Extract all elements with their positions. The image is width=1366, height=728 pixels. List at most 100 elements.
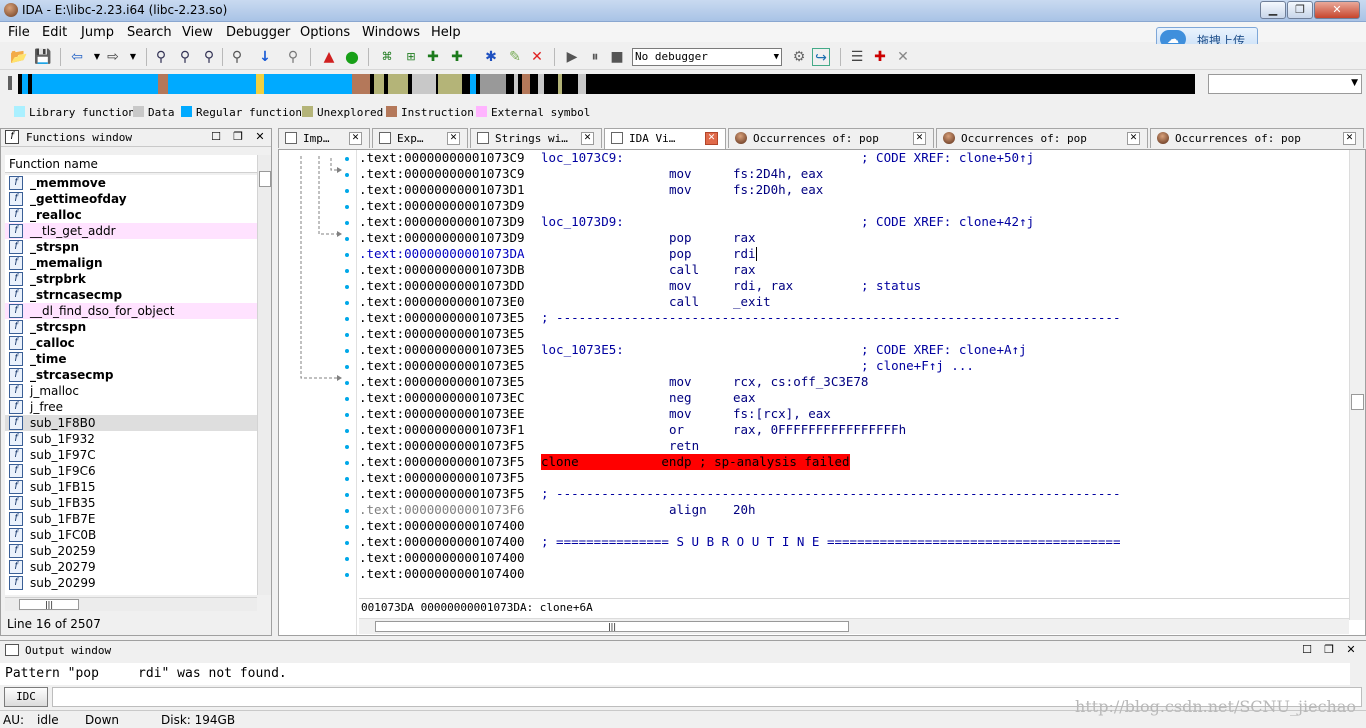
menu-options[interactable]: Options [300,25,350,40]
delete-icon[interactable]: ✕ [528,48,546,66]
function-list-item[interactable]: f _strpbrk [5,271,257,287]
add-function-icon[interactable]: ✱ [482,48,500,66]
menu-file[interactable]: File [8,25,30,40]
breakpoints-icon[interactable]: ☰ [848,48,866,66]
function-list-item[interactable]: f _strncasecmp [5,287,257,303]
search-immediate-icon[interactable]: ⚲ [284,48,302,66]
idc-button[interactable]: IDC [4,687,48,707]
function-list-item[interactable]: f sub_1FB7E [5,511,257,527]
close-pane-icon[interactable]: ✕ [253,130,267,144]
close-tab-icon[interactable]: ✕ [705,132,718,145]
save-icon[interactable]: 💾 [34,48,52,66]
menu-view[interactable]: View [182,25,213,40]
function-list-item[interactable]: f sub_1FB35 [5,495,257,511]
function-list-item[interactable]: f _memmove [5,175,257,191]
attach-icon[interactable]: ⚙ [790,48,808,66]
navigation-band[interactable] [18,74,1195,94]
float-pane-icon[interactable]: ❐ [231,130,245,144]
disassembly-vscroll[interactable] [1349,150,1365,620]
forward-dropdown-icon[interactable]: ▼ [124,48,142,66]
restore-pane-icon[interactable]: ☐ [1300,643,1314,657]
tab-occurrences[interactable]: Occurrences of: pop ✕ [936,128,1148,148]
add-enum-icon[interactable]: ✚ [448,48,466,66]
scroll-thumb[interactable]: ||| [19,599,79,610]
nav-band-handle[interactable] [8,76,12,90]
function-list-item[interactable]: f sub_1F932 [5,431,257,447]
function-list-item[interactable]: f _strspn [5,239,257,255]
menu-search[interactable]: Search [127,25,172,40]
pause-icon[interactable]: ⏸ [586,48,604,66]
tab-occurrences[interactable]: Occurrences of: pop ✕ [728,128,934,148]
tab-imports[interactable]: Imp… ✕ [278,128,370,148]
forward-arrow-icon[interactable]: ⇨ [104,48,122,66]
delete-breakpoint-icon[interactable]: ✕ [894,48,912,66]
function-list-item[interactable]: f sub_20299 [5,575,257,591]
disassembly-hscroll[interactable]: ||| [359,618,1349,634]
function-name-column-header[interactable]: Function name [5,155,257,173]
function-list-item[interactable]: f sub_20279 [5,559,257,575]
close-tab-icon[interactable]: ✕ [913,132,926,145]
menu-jump[interactable]: Jump [81,25,114,40]
function-list-vscroll[interactable] [257,155,271,595]
float-pane-icon[interactable]: ❐ [1322,643,1336,657]
debugger-select[interactable]: No debugger ▼ [632,48,782,66]
menu-edit[interactable]: Edit [42,25,67,40]
maximize-button[interactable]: ❐ [1287,1,1313,19]
jump-down-icon[interactable]: ↓ [256,48,274,66]
close-tab-icon[interactable]: ✕ [581,132,594,145]
function-list-item[interactable]: f sub_20259 [5,543,257,559]
stop-icon[interactable]: ■ [608,48,626,66]
ida-view[interactable]: .text:00000000001073C9 loc_1073C9: ; CODE … [278,149,1366,636]
function-list-item[interactable]: f _memalign [5,255,257,271]
data-icon[interactable]: ⊞ [402,48,420,66]
function-list-item[interactable]: f _realloc [5,207,257,223]
scroll-thumb[interactable]: ||| [375,621,849,632]
function-list-item[interactable]: f _calloc [5,335,257,351]
menu-help[interactable]: Help [431,25,461,40]
back-arrow-icon[interactable]: ⇦ [68,48,86,66]
tab-strings[interactable]: Strings wi… ✕ [470,128,602,148]
add-breakpoint-icon[interactable]: ✚ [871,48,889,66]
restore-pane-icon[interactable]: ☐ [209,130,223,144]
tab-ida-view[interactable]: IDA Vi… ✕ [604,128,726,149]
function-list-item[interactable]: f sub_1FB15 [5,479,257,495]
function-list-item[interactable]: f _gettimeofday [5,191,257,207]
function-list-item[interactable]: f sub_1F8B0 [5,415,257,431]
code-icon[interactable]: ⌘ [378,48,396,66]
tab-occurrences[interactable]: Occurrences of: pop ✕ [1150,128,1364,148]
search-binary-icon[interactable]: ⚲ [200,48,218,66]
function-list-item[interactable]: f j_malloc [5,383,257,399]
close-pane-icon[interactable]: ✕ [1344,643,1358,657]
tab-exports[interactable]: Exp… ✕ [372,128,468,148]
close-tab-icon[interactable]: ✕ [349,132,362,145]
menu-debugger[interactable]: Debugger [226,25,290,40]
close-tab-icon[interactable]: ✕ [1127,132,1140,145]
function-list-item[interactable]: f __dl_find_dso_for_object [5,303,257,319]
disassembly-listing[interactable]: .text:00000000001073C9 loc_1073C9: ; CODE … [359,150,1349,590]
search-text-icon[interactable]: ⚲ [176,48,194,66]
close-tab-icon[interactable]: ✕ [1343,132,1356,145]
scroll-thumb[interactable] [259,171,271,187]
function-list-item[interactable]: f _time [5,351,257,367]
binoculars-icon[interactable]: ⚲ [152,48,170,66]
function-list-item[interactable]: f __tls_get_addr [5,223,257,239]
scroll-thumb[interactable] [1351,394,1364,410]
function-list-item[interactable]: f sub_1FC0B [5,527,257,543]
close-window-button[interactable]: ✕ [1314,1,1360,19]
warning-icon[interactable]: ▲ [320,48,338,66]
minimize-button[interactable]: ▁ [1260,1,1286,19]
step-into-icon[interactable]: ↪ [812,48,830,66]
function-list-item[interactable]: f _strcspn [5,319,257,335]
function-list-item[interactable]: f sub_1F97C [5,447,257,463]
open-folder-icon[interactable]: 📂 [10,48,28,66]
edit-icon[interactable]: ✎ [506,48,524,66]
menu-windows[interactable]: Windows [362,25,420,40]
function-list-item[interactable]: f j_free [5,399,257,415]
function-list-item[interactable]: f _strcasecmp [5,367,257,383]
add-struct-icon[interactable]: ✚ [424,48,442,66]
nav-band-dropdown[interactable]: ▼ [1208,74,1362,94]
green-circle-icon[interactable]: ● [343,48,361,66]
play-icon[interactable]: ▶ [563,48,581,66]
function-list-item[interactable]: f sub_1F9C6 [5,463,257,479]
close-tab-icon[interactable]: ✕ [447,132,460,145]
